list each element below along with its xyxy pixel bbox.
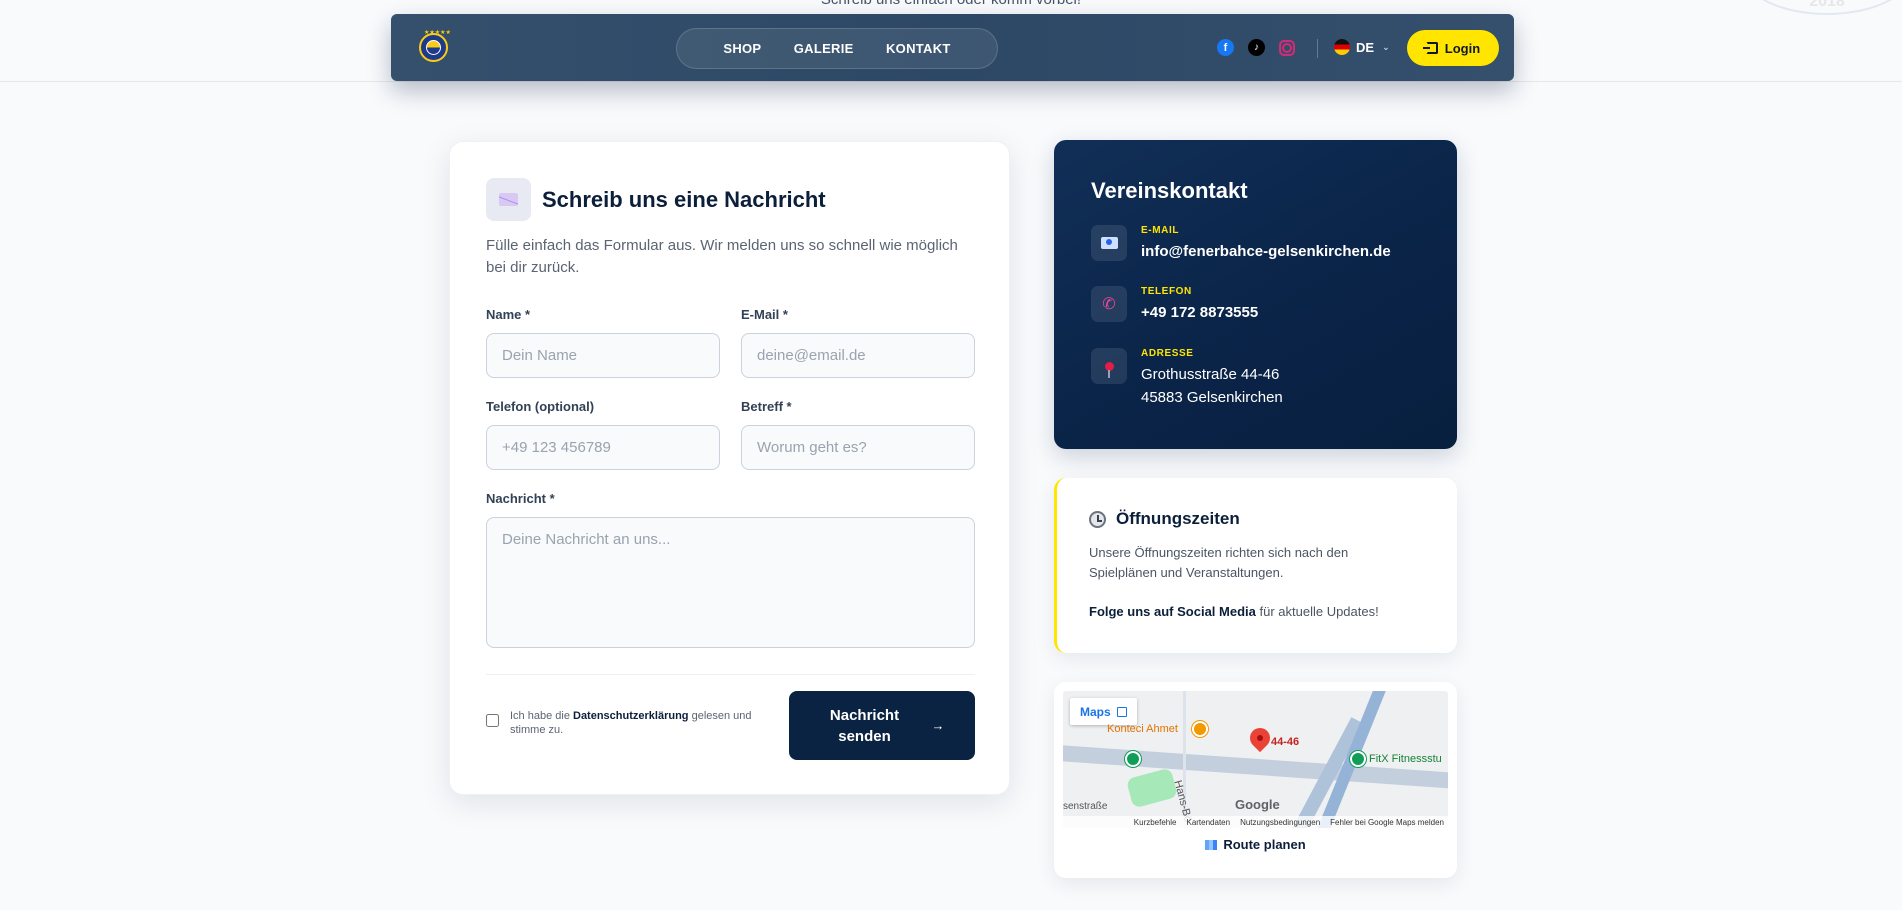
email-label: E-Mail * <box>741 307 788 322</box>
message-label: Nachricht * <box>486 491 555 506</box>
contact-address-row: ADRESSE Grothusstraße 44-46 45883 Gelsen… <box>1091 348 1283 409</box>
contact-form-card: Schreib uns eine Nachricht Fülle einfach… <box>449 141 1010 795</box>
address-caption: ADRESSE <box>1141 348 1194 359</box>
facebook-icon[interactable]: f <box>1217 39 1234 56</box>
message-textarea[interactable] <box>486 517 975 648</box>
phone-label: Telefon (optional) <box>486 399 595 414</box>
map-road-main <box>1063 744 1448 790</box>
address-line-2: 45883 Gelsenkirchen <box>1141 389 1283 406</box>
send-message-button[interactable]: Nachricht senden → <box>789 691 975 760</box>
login-label: Login <box>1444 40 1481 56</box>
hours-title: Öffnungszeiten <box>1116 509 1240 528</box>
club-logo[interactable]: ★★★★★ <box>419 30 451 62</box>
german-flag-icon <box>1334 39 1350 55</box>
logo-emblem-icon <box>426 40 441 55</box>
email-caption: E-MAIL <box>1141 225 1180 236</box>
email-value[interactable]: info@fenerbahce-gelsenkirchen.de <box>1141 240 1391 263</box>
subject-input[interactable] <box>741 425 975 470</box>
plan-route-link[interactable]: Route planen <box>1054 837 1457 852</box>
poi-restaurant-label: Konteci Ahmet <box>1107 723 1178 735</box>
language-label: DE <box>1356 39 1375 55</box>
nav-divider <box>1317 39 1318 58</box>
hero-subtitle: Schreib uns einfach oder komm vorbei! <box>0 0 1902 8</box>
social-links: f ♪ <box>1217 39 1295 56</box>
name-label: Name * <box>486 307 531 322</box>
phone-icon: ✆ <box>1091 286 1127 322</box>
map-footer: Kurzbefehle Kartendaten Nutzungsbedingun… <box>1063 816 1448 828</box>
phone-caption: TELEFON <box>1141 286 1192 297</box>
restaurant-icon[interactable] <box>1192 721 1208 737</box>
address-line-1: Grothusstraße 44-46 <box>1141 366 1280 383</box>
fitness-icon[interactable] <box>1350 751 1366 767</box>
login-button[interactable]: Login <box>1407 30 1499 66</box>
social-note-rest: für aktuelle Updates! <box>1255 604 1379 619</box>
map-footer-terms[interactable]: Nutzungsbedingungen <box>1240 818 1320 827</box>
map-footer-data[interactable]: Kartendaten <box>1186 818 1230 827</box>
map-park <box>1125 767 1179 809</box>
marker-label: 44-46 <box>1271 736 1300 748</box>
map-card: Maps Konteci Ahmet 44-46 FitX Fitnessstu… <box>1054 682 1457 878</box>
hours-header: Öffnungszeiten <box>1089 509 1240 529</box>
club-contact-card: Vereinskontakt E-MAIL info@fenerbahce-ge… <box>1054 140 1457 449</box>
contact-title: Vereinskontakt <box>1091 178 1248 203</box>
form-title: Schreib uns eine Nachricht <box>542 186 826 212</box>
subject-label: Betreff * <box>741 399 792 414</box>
send-button-label: Nachricht senden <box>829 706 900 745</box>
hours-social-note: Folge uns auf Social Media für aktuelle … <box>1089 604 1379 619</box>
privacy-policy-link[interactable]: Datenschutzerklärung <box>573 710 689 722</box>
hours-text: Unsere Öffnungszeiten richten sich nach … <box>1089 545 1349 580</box>
email-input[interactable] <box>741 333 975 378</box>
contact-email-row: E-MAIL info@fenerbahce-gelsenkirchen.de <box>1091 225 1391 263</box>
phone-value[interactable]: +49 172 8873555 <box>1141 301 1258 324</box>
poi-fitness-label: FitX Fitnessstu <box>1369 753 1442 765</box>
login-icon <box>1422 42 1438 54</box>
map-icon <box>1205 840 1218 850</box>
chevron-down-icon: ⌄ <box>1382 41 1390 52</box>
street-label-2: senstraße <box>1063 801 1108 812</box>
phone-input[interactable] <box>486 425 720 470</box>
form-header: Schreib uns eine Nachricht <box>486 178 826 221</box>
nav-galerie-link[interactable]: GALERIE <box>794 41 854 56</box>
tiktok-icon[interactable]: ♪ <box>1248 39 1265 56</box>
google-map[interactable]: Maps Konteci Ahmet 44-46 FitX Fitnessstu… <box>1063 691 1448 828</box>
open-in-maps-link[interactable]: Maps <box>1070 698 1137 725</box>
instagram-icon[interactable] <box>1279 39 1295 56</box>
privacy-checkbox[interactable] <box>486 714 499 727</box>
poi-green-icon[interactable] <box>1125 751 1141 767</box>
location-marker-icon[interactable] <box>1245 723 1275 753</box>
email-icon <box>1091 225 1127 261</box>
page-divider <box>0 81 1902 82</box>
arrow-right-icon: → <box>931 718 945 733</box>
consent-text: Ich habe die Datenschutzerklärung gelese… <box>510 709 761 737</box>
form-divider <box>486 674 975 675</box>
navbar: ★★★★★ SHOP GALERIE KONTAKT f ♪ DE ⌄ Logi… <box>391 14 1514 81</box>
external-link-icon <box>1116 706 1127 717</box>
envelope-icon <box>486 178 531 221</box>
nav-kontakt-link[interactable]: KONTAKT <box>886 41 951 56</box>
map-footer-shortcuts[interactable]: Kurzbefehle <box>1134 818 1177 827</box>
route-label: Route planen <box>1223 837 1306 852</box>
main-nav: SHOP GALERIE KONTAKT <box>676 28 998 69</box>
name-input[interactable] <box>486 333 720 378</box>
consent-prefix: Ich habe die <box>510 710 573 722</box>
contact-phone-row: ✆ TELEFON +49 172 8873555 <box>1091 286 1258 324</box>
language-switcher[interactable]: DE ⌄ <box>1334 39 1390 55</box>
location-pin-icon <box>1091 348 1127 384</box>
opening-hours-card: Öffnungszeiten Unsere Öffnungszeiten ric… <box>1054 478 1457 653</box>
form-description: Fülle einfach das Formular aus. Wir meld… <box>486 237 958 276</box>
privacy-consent: Ich habe die Datenschutzerklärung gelese… <box>486 709 761 737</box>
map-footer-report[interactable]: Fehler bei Google Maps melden <box>1330 818 1444 827</box>
maps-label: Maps <box>1080 704 1111 719</box>
social-note-strong: Folge uns auf Social Media <box>1089 604 1256 619</box>
nav-shop-link[interactable]: SHOP <box>723 41 761 56</box>
google-logo: Google <box>1235 797 1280 812</box>
clock-icon <box>1089 510 1106 528</box>
logo-stars-icon: ★★★★★ <box>424 30 451 36</box>
